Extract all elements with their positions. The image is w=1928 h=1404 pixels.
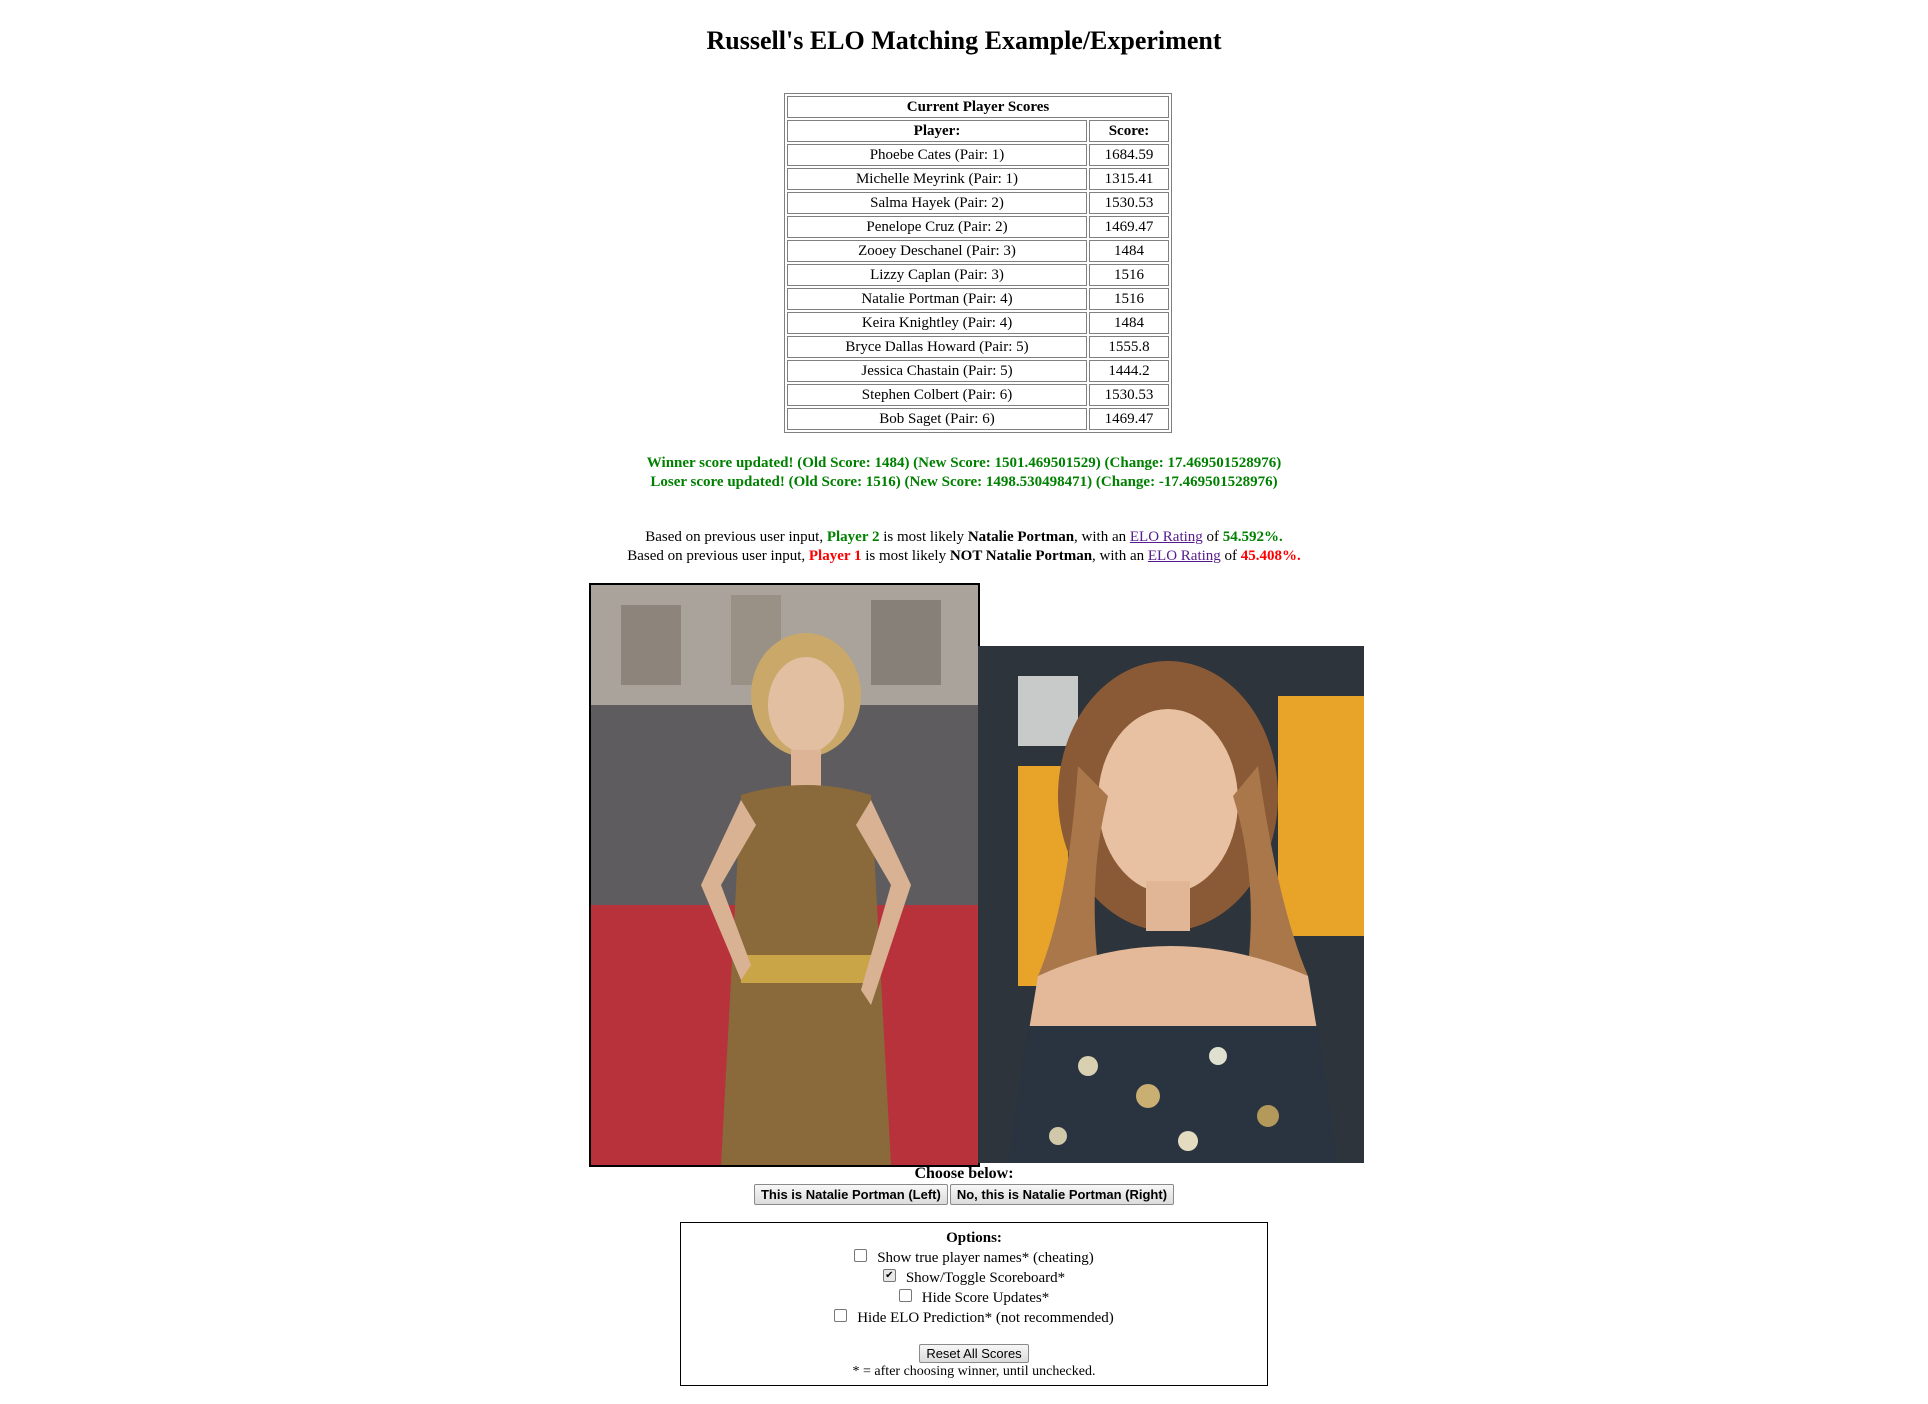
player-name: Stephen Colbert (Pair: 6) (787, 384, 1087, 406)
table-row: Lizzy Caplan (Pair: 3) 1516 (787, 264, 1169, 286)
loser-update-text: Loser score updated! (Old Score: 1516) (… (650, 474, 1278, 490)
prediction-line-2: Based on previous user input, Player 1 i… (0, 547, 1928, 566)
table-row: Phoebe Cates (Pair: 1) 1684.59 (787, 144, 1169, 166)
player-name: Bryce Dallas Howard (Pair: 5) (787, 336, 1087, 358)
player-name: Bob Saget (Pair: 6) (787, 408, 1087, 430)
player-name: Keira Knightley (Pair: 4) (787, 312, 1087, 334)
table-row: Michelle Meyrink (Pair: 1) 1315.41 (787, 168, 1169, 190)
player-1-photo[interactable] (589, 583, 980, 1167)
player-score: 1484 (1089, 312, 1169, 334)
option-show-names[interactable]: Show true player names* (cheating) (681, 1248, 1267, 1268)
player-score: 1444.2 (1089, 360, 1169, 382)
prediction-after-name: , with an (1074, 529, 1130, 545)
checkbox-hide-prediction[interactable] (834, 1308, 848, 1322)
player-2-photo[interactable] (978, 646, 1364, 1163)
reset-scores-button[interactable]: Reset All Scores (919, 1344, 1029, 1363)
player-1-label: Player 1 (808, 548, 862, 564)
prediction-percent: 45.408%. (1240, 548, 1301, 564)
prediction-prefix: Based on previous user input, (627, 548, 809, 564)
option-label: Show/Toggle Scoreboard* (905, 1270, 1066, 1286)
player-score: 1516 (1089, 264, 1169, 286)
player-score: 1684.59 (1089, 144, 1169, 166)
table-row: Jessica Chastain (Pair: 5) 1444.2 (787, 360, 1169, 382)
choose-label: Choose below: (914, 1165, 1014, 1182)
column-header-player: Player: (787, 120, 1087, 142)
player-2-photo-art (978, 646, 1364, 1163)
prediction-of: of (1220, 548, 1241, 564)
scoreboard-caption: Current Player Scores (787, 96, 1169, 118)
column-header-score: Score: (1089, 120, 1169, 142)
player-score: 1469.47 (1089, 408, 1169, 430)
prediction-of: of (1202, 529, 1223, 545)
option-toggle-scoreboard[interactable]: ✔ Show/Toggle Scoreboard* (681, 1268, 1267, 1288)
player-score: 1315.41 (1089, 168, 1169, 190)
prediction-after-name: , with an (1092, 548, 1148, 564)
option-label: Hide Score Updates* (921, 1290, 1050, 1306)
checkbox-show-names[interactable] (854, 1248, 868, 1262)
options-title: Options: (946, 1230, 1002, 1246)
player-score: 1469.47 (1089, 216, 1169, 238)
player-name: Salma Hayek (Pair: 2) (787, 192, 1087, 214)
checkbox-toggle-scoreboard[interactable]: ✔ (882, 1268, 896, 1282)
checkbox-hide-updates[interactable] (898, 1288, 912, 1302)
elo-rating-link[interactable]: ELO Rating (1148, 548, 1221, 564)
table-row: Bryce Dallas Howard (Pair: 5) 1555.8 (787, 336, 1169, 358)
table-row: Zooey Deschanel (Pair: 3) 1484 (787, 240, 1169, 262)
table-row: Bob Saget (Pair: 6) 1469.47 (787, 408, 1169, 430)
table-row: Salma Hayek (Pair: 2) 1530.53 (787, 192, 1169, 214)
player-2-label: Player 2 (826, 529, 880, 545)
prediction-middle: is most likely (879, 529, 968, 545)
choose-left-button[interactable]: This is Natalie Portman (Left) (753, 1184, 948, 1205)
reset-wrap: Reset All Scores (681, 1344, 1267, 1364)
player-score: 1484 (1089, 240, 1169, 262)
player-score: 1516 (1089, 288, 1169, 310)
option-label: Show true player names* (cheating) (877, 1250, 1094, 1266)
table-row: Keira Knightley (Pair: 4) 1484 (787, 312, 1169, 334)
options-footnote: * = after choosing winner, until uncheck… (852, 1364, 1096, 1379)
player-name: Natalie Portman (Pair: 4) (787, 288, 1087, 310)
choose-section: Choose below: This is Natalie Portman (L… (0, 1165, 1928, 1205)
elo-rating-link[interactable]: ELO Rating (1130, 529, 1203, 545)
player-score: 1555.8 (1089, 336, 1169, 358)
option-hide-updates[interactable]: Hide Score Updates* (681, 1288, 1267, 1308)
prediction-percent: 54.592%. (1222, 529, 1283, 545)
table-row: Stephen Colbert (Pair: 6) 1530.53 (787, 384, 1169, 406)
player-name: Phoebe Cates (Pair: 1) (787, 144, 1087, 166)
table-row: Penelope Cruz (Pair: 2) 1469.47 (787, 216, 1169, 238)
prediction-prefix: Based on previous user input, (645, 529, 827, 545)
option-hide-prediction[interactable]: Hide ELO Prediction* (not recommended) (681, 1308, 1267, 1328)
page: Russell's ELO Matching Example/Experimen… (0, 0, 1928, 1404)
score-updates: Winner score updated! (Old Score: 1484) … (0, 454, 1928, 492)
prediction-line-1: Based on previous user input, Player 2 i… (0, 528, 1928, 547)
player-name: Jessica Chastain (Pair: 5) (787, 360, 1087, 382)
player-name: Michelle Meyrink (Pair: 1) (787, 168, 1087, 190)
predicted-name: Natalie Portman (967, 529, 1075, 545)
table-row: Natalie Portman (Pair: 4) 1516 (787, 288, 1169, 310)
predicted-name: NOT Natalie Portman (949, 548, 1093, 564)
player-score: 1530.53 (1089, 384, 1169, 406)
page-title: Russell's ELO Matching Example/Experimen… (706, 26, 1222, 55)
player-name: Penelope Cruz (Pair: 2) (787, 216, 1087, 238)
scoreboard-table: Current Player Scores Player: Score: Pho… (784, 93, 1172, 433)
options-panel: Options: Show true player names* (cheati… (680, 1222, 1268, 1386)
prediction-middle: is most likely (861, 548, 950, 564)
option-label: Hide ELO Prediction* (not recommended) (857, 1310, 1114, 1326)
player-name: Lizzy Caplan (Pair: 3) (787, 264, 1087, 286)
winner-update-text: Winner score updated! (Old Score: 1484) … (646, 455, 1282, 471)
choose-right-button[interactable]: No, this is Natalie Portman (Right) (949, 1184, 1175, 1205)
player-name: Zooey Deschanel (Pair: 3) (787, 240, 1087, 262)
elo-prediction: Based on previous user input, Player 2 i… (0, 528, 1928, 566)
player-1-photo-art (591, 585, 978, 1165)
player-score: 1530.53 (1089, 192, 1169, 214)
